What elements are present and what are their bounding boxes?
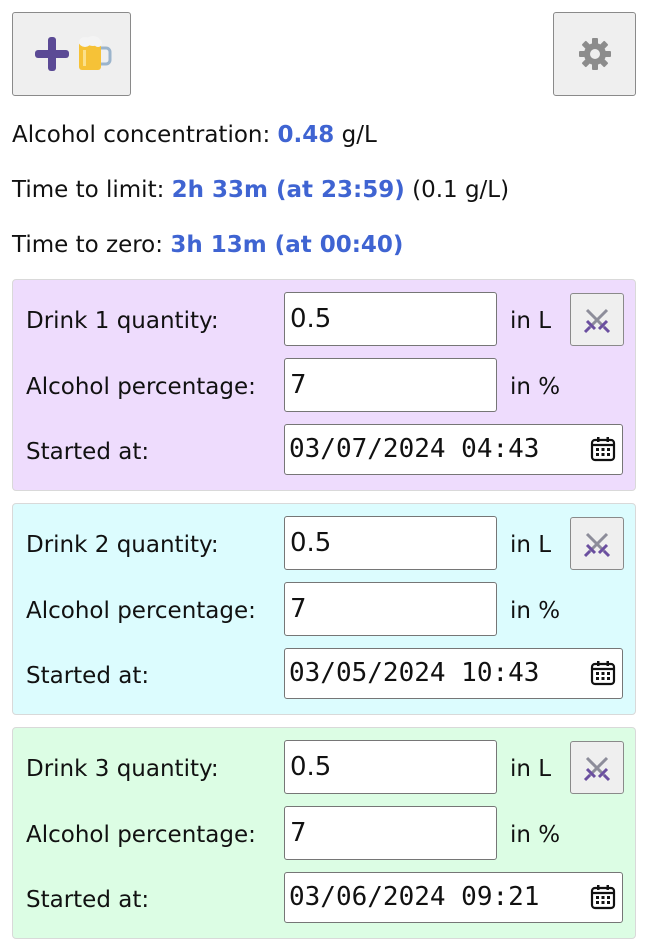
concentration-value: 0.48	[277, 122, 335, 148]
concentration-label: Alcohol concentration:	[12, 122, 271, 148]
time-to-limit: Time to limit: 2h 33m (at 23:59) (0.1 g/…	[12, 175, 509, 205]
started-datetime-input[interactable]: 03/05/2024 10:43	[284, 648, 623, 699]
percentage-unit: in %	[510, 374, 561, 400]
calendar-icon[interactable]	[590, 660, 616, 686]
time-to-limit-value: 2h 33m (at 23:59)	[171, 177, 405, 203]
delete-drink-button[interactable]	[570, 293, 624, 346]
started-label: Started at:	[26, 887, 150, 913]
time-to-zero-label: Time to zero:	[12, 232, 163, 258]
percentage-unit: in %	[510, 822, 561, 848]
percentage-input[interactable]: 7	[284, 358, 497, 412]
toolbar	[0, 0, 648, 100]
quantity-unit: in L	[510, 756, 552, 782]
percentage-unit: in %	[510, 598, 561, 624]
quantity-unit: in L	[510, 308, 552, 334]
crossed-swords-icon	[583, 532, 611, 557]
started-datetime-value: 03/05/2024 10:43	[289, 658, 540, 688]
calendar-icon[interactable]	[590, 884, 616, 910]
percentage-label: Alcohol percentage:	[26, 822, 256, 848]
alcohol-concentration: Alcohol concentration: 0.48 g/L	[12, 120, 377, 150]
calendar-icon[interactable]	[590, 436, 616, 462]
concentration-unit: g/L	[341, 122, 377, 148]
drink-card: Drink 1 quantity: 0.5 in L Alcohol perce…	[12, 279, 636, 491]
started-datetime-input[interactable]: 03/07/2024 04:43	[284, 424, 623, 475]
add-drink-button[interactable]	[12, 12, 131, 96]
quantity-label: Drink 2 quantity:	[26, 532, 219, 558]
beer-mug-icon	[78, 36, 111, 70]
crossed-swords-icon	[583, 308, 611, 333]
quantity-label: Drink 3 quantity:	[26, 756, 219, 782]
drink-card: Drink 3 quantity: 0.5 in L Alcohol perce…	[12, 727, 636, 939]
plus-icon	[34, 37, 69, 71]
crossed-swords-icon	[583, 756, 611, 781]
settings-button[interactable]	[553, 12, 636, 96]
page: Alcohol concentration: 0.48 g/L Time to …	[0, 0, 648, 951]
time-to-limit-threshold: (0.1 g/L)	[412, 177, 510, 203]
time-to-zero-value: 3h 13m (at 00:40)	[170, 232, 404, 258]
time-to-zero: Time to zero: 3h 13m (at 00:40)	[12, 230, 403, 260]
quantity-label: Drink 1 quantity:	[26, 308, 219, 334]
quantity-unit: in L	[510, 532, 552, 558]
quantity-input[interactable]: 0.5	[284, 740, 497, 794]
started-datetime-value: 03/06/2024 09:21	[289, 882, 540, 912]
percentage-input[interactable]: 7	[284, 806, 497, 860]
quantity-input[interactable]: 0.5	[284, 292, 497, 346]
percentage-label: Alcohol percentage:	[26, 598, 256, 624]
delete-drink-button[interactable]	[570, 517, 624, 570]
time-to-limit-label: Time to limit:	[12, 177, 165, 203]
gear-icon	[578, 38, 611, 70]
quantity-input[interactable]: 0.5	[284, 516, 497, 570]
delete-drink-button[interactable]	[570, 741, 624, 794]
drink-card: Drink 2 quantity: 0.5 in L Alcohol perce…	[12, 503, 636, 715]
started-label: Started at:	[26, 439, 150, 465]
started-label: Started at:	[26, 663, 150, 689]
percentage-label: Alcohol percentage:	[26, 374, 256, 400]
started-datetime-input[interactable]: 03/06/2024 09:21	[284, 872, 623, 923]
started-datetime-value: 03/07/2024 04:43	[289, 434, 540, 464]
percentage-input[interactable]: 7	[284, 582, 497, 636]
